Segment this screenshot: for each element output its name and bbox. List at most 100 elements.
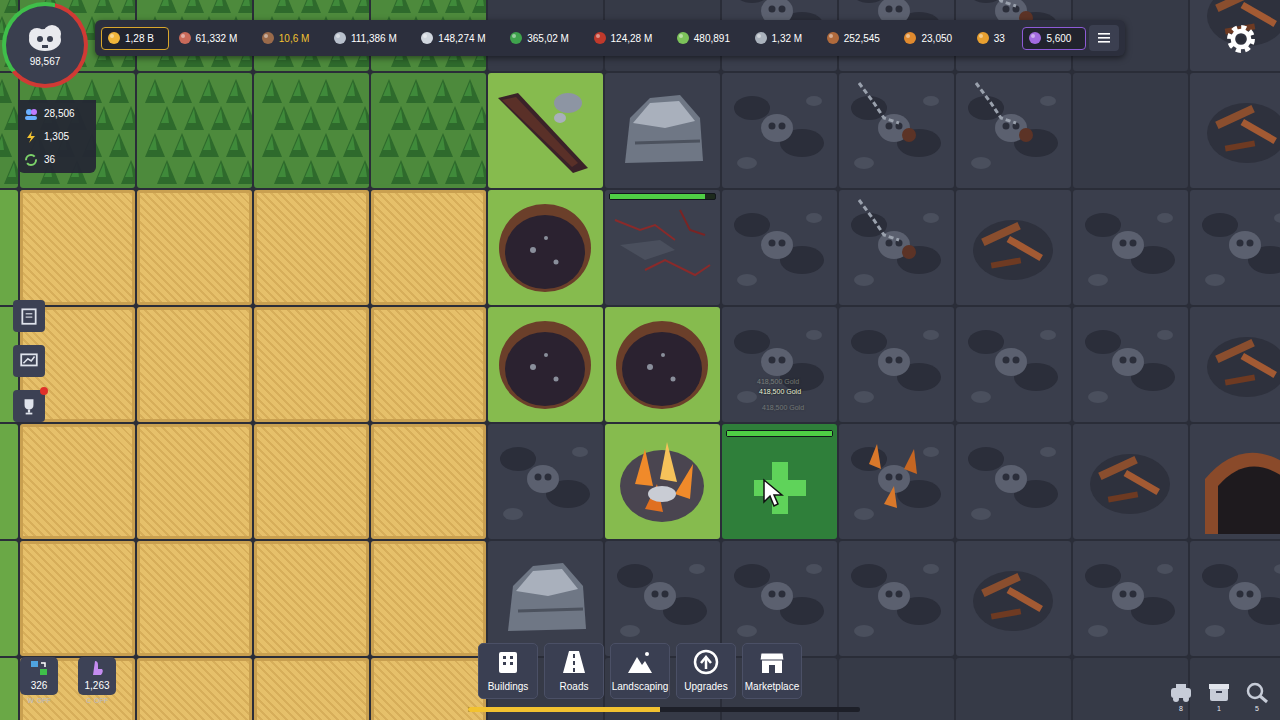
- map-tile[interactable]: [1190, 73, 1280, 188]
- map-tile[interactable]: [488, 541, 603, 656]
- map-tile[interactable]: [488, 190, 603, 305]
- map-tile[interactable]: [839, 424, 954, 539]
- map-tile[interactable]: [956, 190, 1071, 305]
- map-tile[interactable]: [956, 424, 1071, 539]
- map-tile[interactable]: [605, 73, 720, 188]
- resource-icon: [1028, 31, 1042, 45]
- resource-item[interactable]: 111,386 M: [327, 27, 411, 50]
- resource-value: 252,545: [844, 31, 880, 46]
- map-tile[interactable]: [137, 190, 252, 305]
- map-tile[interactable]: [254, 541, 369, 656]
- map-tile[interactable]: [722, 190, 837, 305]
- map-tile[interactable]: [488, 307, 603, 422]
- map-tile[interactable]: [1073, 73, 1188, 188]
- map-tile[interactable]: [371, 190, 486, 305]
- map-tile[interactable]: [956, 73, 1071, 188]
- map-tile[interactable]: [254, 190, 369, 305]
- map-tile[interactable]: [137, 424, 252, 539]
- map-tile[interactable]: [839, 541, 954, 656]
- resource-item[interactable]: 23,050: [897, 27, 966, 50]
- map-tile[interactable]: [1073, 307, 1188, 422]
- map-tile[interactable]: [137, 73, 252, 188]
- map-tile[interactable]: [0, 73, 18, 188]
- map-tile[interactable]: [605, 541, 720, 656]
- map-tile[interactable]: [488, 73, 603, 188]
- resource-item[interactable]: 1,32 M: [748, 27, 817, 50]
- toggle-value: 1,263: [84, 678, 109, 693]
- game-map[interactable]: [0, 0, 1280, 720]
- resource-value: 365,02 M: [527, 31, 569, 46]
- toolbar-button[interactable]: Landscaping: [610, 643, 670, 699]
- toggle[interactable]: 326WOFF: [20, 657, 58, 704]
- resource-item[interactable]: 480,891: [670, 27, 745, 50]
- corner-button[interactable]: 5: [1244, 680, 1270, 712]
- toggle-button[interactable]: 1,263: [78, 657, 116, 695]
- settings-button[interactable]: [1220, 18, 1262, 60]
- resource-item[interactable]: 33: [970, 27, 1020, 50]
- map-tile[interactable]: [20, 190, 135, 305]
- map-tile[interactable]: [488, 424, 603, 539]
- rockpile-icon: [605, 73, 720, 188]
- toolbar-button[interactable]: Marketplace: [742, 643, 802, 699]
- resource-item[interactable]: 124,28 M: [587, 27, 667, 50]
- tile-grid[interactable]: [0, 0, 1280, 720]
- map-tile[interactable]: [839, 190, 954, 305]
- corner-button[interactable]: 8: [1168, 680, 1194, 712]
- map-tile[interactable]: [1073, 658, 1188, 720]
- resource-item[interactable]: 61,332 M: [172, 27, 252, 50]
- map-tile[interactable]: [722, 541, 837, 656]
- side-button[interactable]: [13, 345, 45, 377]
- map-tile[interactable]: [0, 190, 18, 305]
- map-tile[interactable]: [254, 307, 369, 422]
- map-tile[interactable]: [1073, 424, 1188, 539]
- toggle-button[interactable]: 326: [20, 657, 58, 695]
- map-tile[interactable]: [254, 658, 369, 720]
- map-tile[interactable]: [956, 307, 1071, 422]
- map-tile[interactable]: [254, 73, 369, 188]
- map-tile[interactable]: [0, 424, 18, 539]
- map-tile[interactable]: [956, 541, 1071, 656]
- map-tile[interactable]: [956, 658, 1071, 720]
- map-tile[interactable]: [1190, 424, 1280, 539]
- map-tile[interactable]: [1073, 541, 1188, 656]
- map-tile[interactable]: [1190, 658, 1280, 720]
- resource-item[interactable]: 10,6 M: [255, 27, 324, 50]
- resource-item[interactable]: 1,28 B: [101, 27, 169, 50]
- map-tile[interactable]: [839, 307, 954, 422]
- map-tile[interactable]: [0, 541, 18, 656]
- toolbar-button[interactable]: Buildings: [478, 643, 538, 699]
- map-tile[interactable]: [371, 307, 486, 422]
- map-tile[interactable]: [1190, 541, 1280, 656]
- corner-button[interactable]: 1: [1206, 680, 1232, 712]
- map-tile[interactable]: [137, 307, 252, 422]
- map-tile[interactable]: [371, 73, 486, 188]
- map-tile[interactable]: [20, 541, 135, 656]
- map-tile[interactable]: [137, 541, 252, 656]
- map-tile[interactable]: [0, 658, 18, 720]
- map-tile[interactable]: [605, 307, 720, 422]
- map-tile[interactable]: [1190, 190, 1280, 305]
- menu-button[interactable]: [1089, 25, 1119, 51]
- map-tile[interactable]: [137, 658, 252, 720]
- map-tile[interactable]: [722, 424, 837, 539]
- resource-item[interactable]: 5,600: [1022, 27, 1086, 50]
- map-tile[interactable]: [371, 541, 486, 656]
- map-tile[interactable]: [20, 424, 135, 539]
- toolbar-button[interactable]: Upgrades: [676, 643, 736, 699]
- map-tile[interactable]: [1190, 307, 1280, 422]
- map-tile[interactable]: [722, 73, 837, 188]
- map-tile[interactable]: [371, 424, 486, 539]
- resource-item[interactable]: 365,02 M: [503, 27, 583, 50]
- side-button[interactable]: [13, 300, 45, 332]
- side-button[interactable]: [13, 390, 45, 422]
- resource-item[interactable]: 148,274 M: [414, 27, 500, 50]
- resource-item[interactable]: 252,545: [820, 27, 895, 50]
- map-tile[interactable]: [605, 190, 720, 305]
- map-tile[interactable]: [605, 424, 720, 539]
- toolbar-button[interactable]: Roads: [544, 643, 604, 699]
- toggle[interactable]: 1,263COFF: [78, 657, 116, 704]
- map-tile[interactable]: [1073, 190, 1188, 305]
- player-avatar[interactable]: 98,567: [2, 2, 88, 88]
- map-tile[interactable]: [254, 424, 369, 539]
- map-tile[interactable]: [839, 73, 954, 188]
